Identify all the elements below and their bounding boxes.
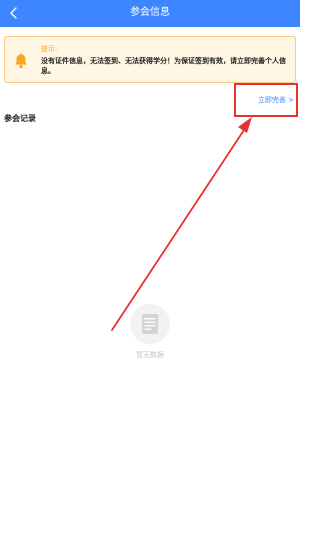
notice-message: 没有证件信息，无法签到、无法获得学分！为保证签到有效，请立即完善个人信息。 xyxy=(41,57,286,75)
page-title: 参会信息 xyxy=(130,7,170,18)
empty-state-text: 暂无数据 xyxy=(136,351,164,359)
top-bar: 参会信息 xyxy=(0,0,300,27)
records-title: 参会记录 xyxy=(4,114,36,123)
notice-label: 提示: xyxy=(41,45,58,53)
document-icon xyxy=(130,304,170,344)
bell-icon xyxy=(15,53,27,69)
highlight-box xyxy=(234,83,298,117)
notice-banner: 提示: 没有证件信息，无法签到、无法获得学分！为保证签到有效，请立即完善个人信息… xyxy=(4,36,296,83)
